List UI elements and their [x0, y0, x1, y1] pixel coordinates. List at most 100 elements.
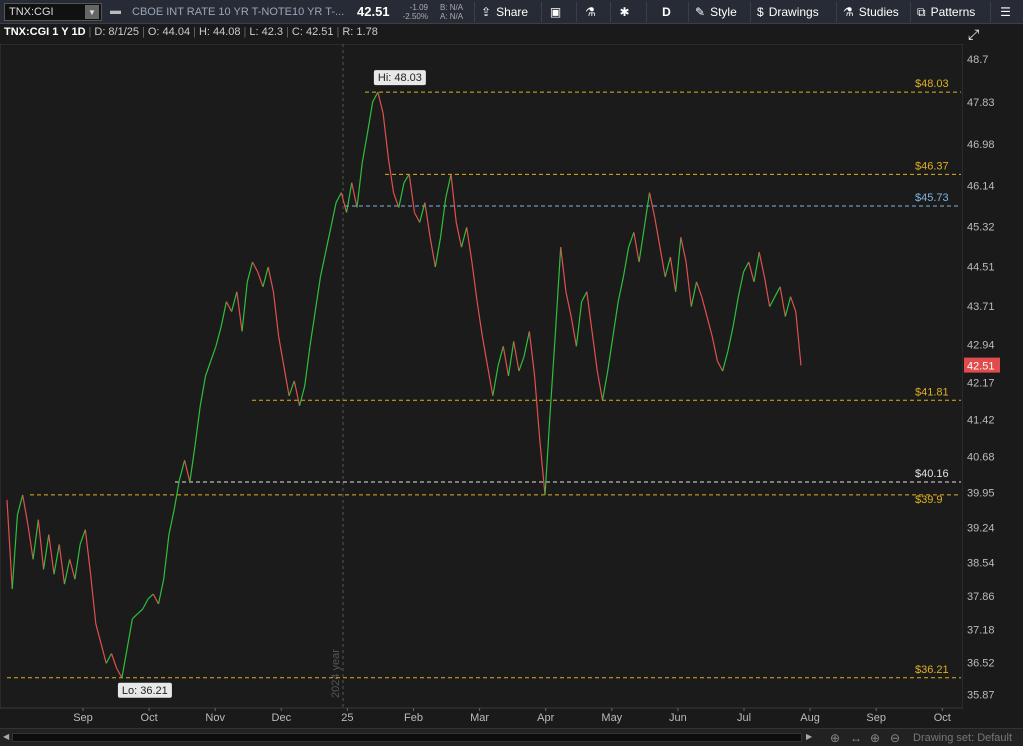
y-tick-label: 40.68 [967, 451, 995, 463]
ask: A: N/A [440, 12, 464, 21]
share-label: Share [496, 5, 529, 19]
period-label: D [662, 5, 671, 19]
patterns-label: Patterns [930, 5, 976, 19]
x-tick-label: 25 [341, 712, 353, 724]
x-tick-label: Oct [934, 712, 951, 724]
pct-change: -2.50% [402, 12, 428, 21]
price-chart[interactable]: 48.7 47.83 46.98 46.14 45.32 44.51 43.71 42.94 4… [0, 44, 1023, 728]
period-button[interactable]: D [646, 2, 686, 22]
studies-flask-icon: ⚗ [843, 5, 854, 19]
menu-button[interactable]: ☰ [990, 2, 1020, 22]
y-tick-label: 35.87 [967, 690, 995, 702]
y-tick-label: 46.14 [967, 181, 995, 193]
year-marker-label: 2024 year [330, 649, 342, 698]
drawing-icon: $ [757, 5, 764, 19]
info-high: H: 44.08 [198, 26, 241, 38]
studies-button[interactable]: ⚗ Studies [836, 2, 908, 22]
pin-icon[interactable]: ▬ [110, 5, 121, 17]
info-close: C: 42.51 [291, 26, 334, 38]
net-change: -1.09 [409, 3, 428, 12]
scroll-track[interactable] [12, 733, 802, 742]
y-tick-label: 45.32 [967, 221, 995, 233]
flask-button[interactable]: ⚗ [576, 2, 604, 22]
price-level-label: $39.9 [915, 494, 943, 506]
notebook-icon: ▣ [549, 5, 562, 19]
zoom-icon[interactable]: ⊕ [830, 731, 840, 745]
chart-plot-area[interactable]: 48.7 47.83 46.98 46.14 45.32 44.51 43.71 42.94 4… [0, 44, 1023, 724]
chart-scrollbar[interactable]: ◀ ▶ ⊕ ↔ ⊕ ⊖ Drawing set: Default [0, 728, 1023, 746]
y-tick-label: 42.17 [967, 377, 995, 389]
chevron-down-icon[interactable]: ▼ [85, 5, 99, 19]
notebook-button[interactable]: ▣ [541, 2, 569, 22]
x-tick-label: Jul [737, 712, 751, 724]
x-tick-label: Feb [404, 712, 423, 724]
info-low: L: 42.3 [249, 26, 284, 38]
settings-button[interactable]: ✱ [610, 2, 638, 22]
studies-label: Studies [858, 5, 899, 19]
menu-icon: ☰ [1000, 5, 1011, 19]
y-tick-label: 42.94 [967, 339, 995, 351]
last-price-tag-label: 42.51 [967, 361, 995, 373]
pan-icon[interactable]: ↔ [850, 731, 862, 745]
high-label: Hi: 48.03 [378, 72, 422, 84]
style-label: Style [710, 5, 737, 19]
price-level-label: $40.16 [915, 468, 949, 480]
y-tick-label: 36.52 [967, 657, 995, 669]
y-tick-label: 39.95 [967, 487, 995, 499]
flask-icon: ⚗ [585, 5, 596, 19]
x-tick-label: Jun [669, 712, 687, 724]
ohlc-info-line: TNX:CGI 1 Y 1D | D: 8/1/25 | O: 44.04 | H: … [4, 26, 378, 38]
symbol-description-short: 10 YR T-... [292, 6, 345, 18]
symbol-selector[interactable]: TNX:CGI ▼ [4, 3, 102, 21]
zoom-out-icon[interactable]: ⊖ [890, 731, 900, 745]
style-button[interactable]: ✎ Style [688, 2, 744, 22]
symbol-input[interactable]: TNX:CGI [5, 6, 85, 18]
scroll-right-icon[interactable]: ▶ [806, 732, 812, 741]
y-tick-label: 39.24 [967, 523, 995, 535]
last-price: 42.51 [357, 4, 390, 19]
x-tick-label: Apr [537, 712, 554, 724]
x-tick-label: Sep [866, 712, 886, 724]
scroll-left-icon[interactable]: ◀ [3, 732, 9, 741]
x-tick-label: Nov [205, 712, 225, 724]
y-tick-label: 41.42 [967, 415, 995, 427]
y-tick-label: 37.86 [967, 591, 995, 603]
y-tick-label: 38.54 [967, 557, 995, 569]
x-tick-label: Sep [73, 712, 93, 724]
price-level-label: $46.37 [915, 160, 949, 172]
info-symbol: TNX:CGI 1 Y 1D [4, 26, 86, 38]
info-date: D: 8/1/25 [94, 26, 140, 38]
info-range: R: 1.78 [342, 26, 378, 38]
plot-background [0, 44, 964, 709]
share-icon: ⇪ [481, 5, 492, 19]
bid-ask: B: N/A A: N/A [440, 3, 463, 21]
x-tick-label: May [601, 712, 622, 724]
x-tick-label: Oct [141, 712, 158, 724]
x-tick-label: Aug [800, 712, 820, 724]
price-level-label: $41.81 [915, 386, 949, 398]
expand-chart-icon[interactable]: ⤢ [968, 26, 984, 42]
y-tick-label: 48.7 [967, 54, 988, 66]
y-tick-label: 44.51 [967, 261, 995, 273]
price-level-label: $48.03 [915, 78, 949, 90]
y-tick-label: 47.83 [967, 97, 995, 109]
zoom-in-icon[interactable]: ⊕ [870, 731, 880, 745]
style-icon: ✎ [695, 5, 706, 19]
drawing-set-label[interactable]: Drawing set: Default [913, 732, 1012, 744]
x-tick-label: Dec [272, 712, 292, 724]
patterns-button[interactable]: ⧉ Patterns [910, 2, 988, 22]
x-tick-label: Mar [470, 712, 489, 724]
y-tick-label: 46.98 [967, 139, 995, 151]
share-button[interactable]: ⇪ Share [474, 2, 538, 22]
y-tick-label: 37.18 [967, 625, 995, 637]
gear-icon: ✱ [619, 5, 630, 19]
chart-toolbar: TNX:CGI ▼ ▬ CBOE INT RATE 10 YR T-NOTE 1… [0, 0, 1023, 24]
drawings-button[interactable]: $ Drawings [750, 2, 834, 22]
price-level-label: $45.73 [915, 192, 949, 204]
info-open: O: 44.04 [147, 26, 191, 38]
price-level-label: $36.21 [915, 664, 949, 676]
y-tick-label: 43.71 [967, 301, 995, 313]
bid: B: N/A [440, 3, 464, 12]
patterns-icon: ⧉ [917, 4, 926, 19]
price-change: -1.09 -2.50% [398, 3, 428, 21]
